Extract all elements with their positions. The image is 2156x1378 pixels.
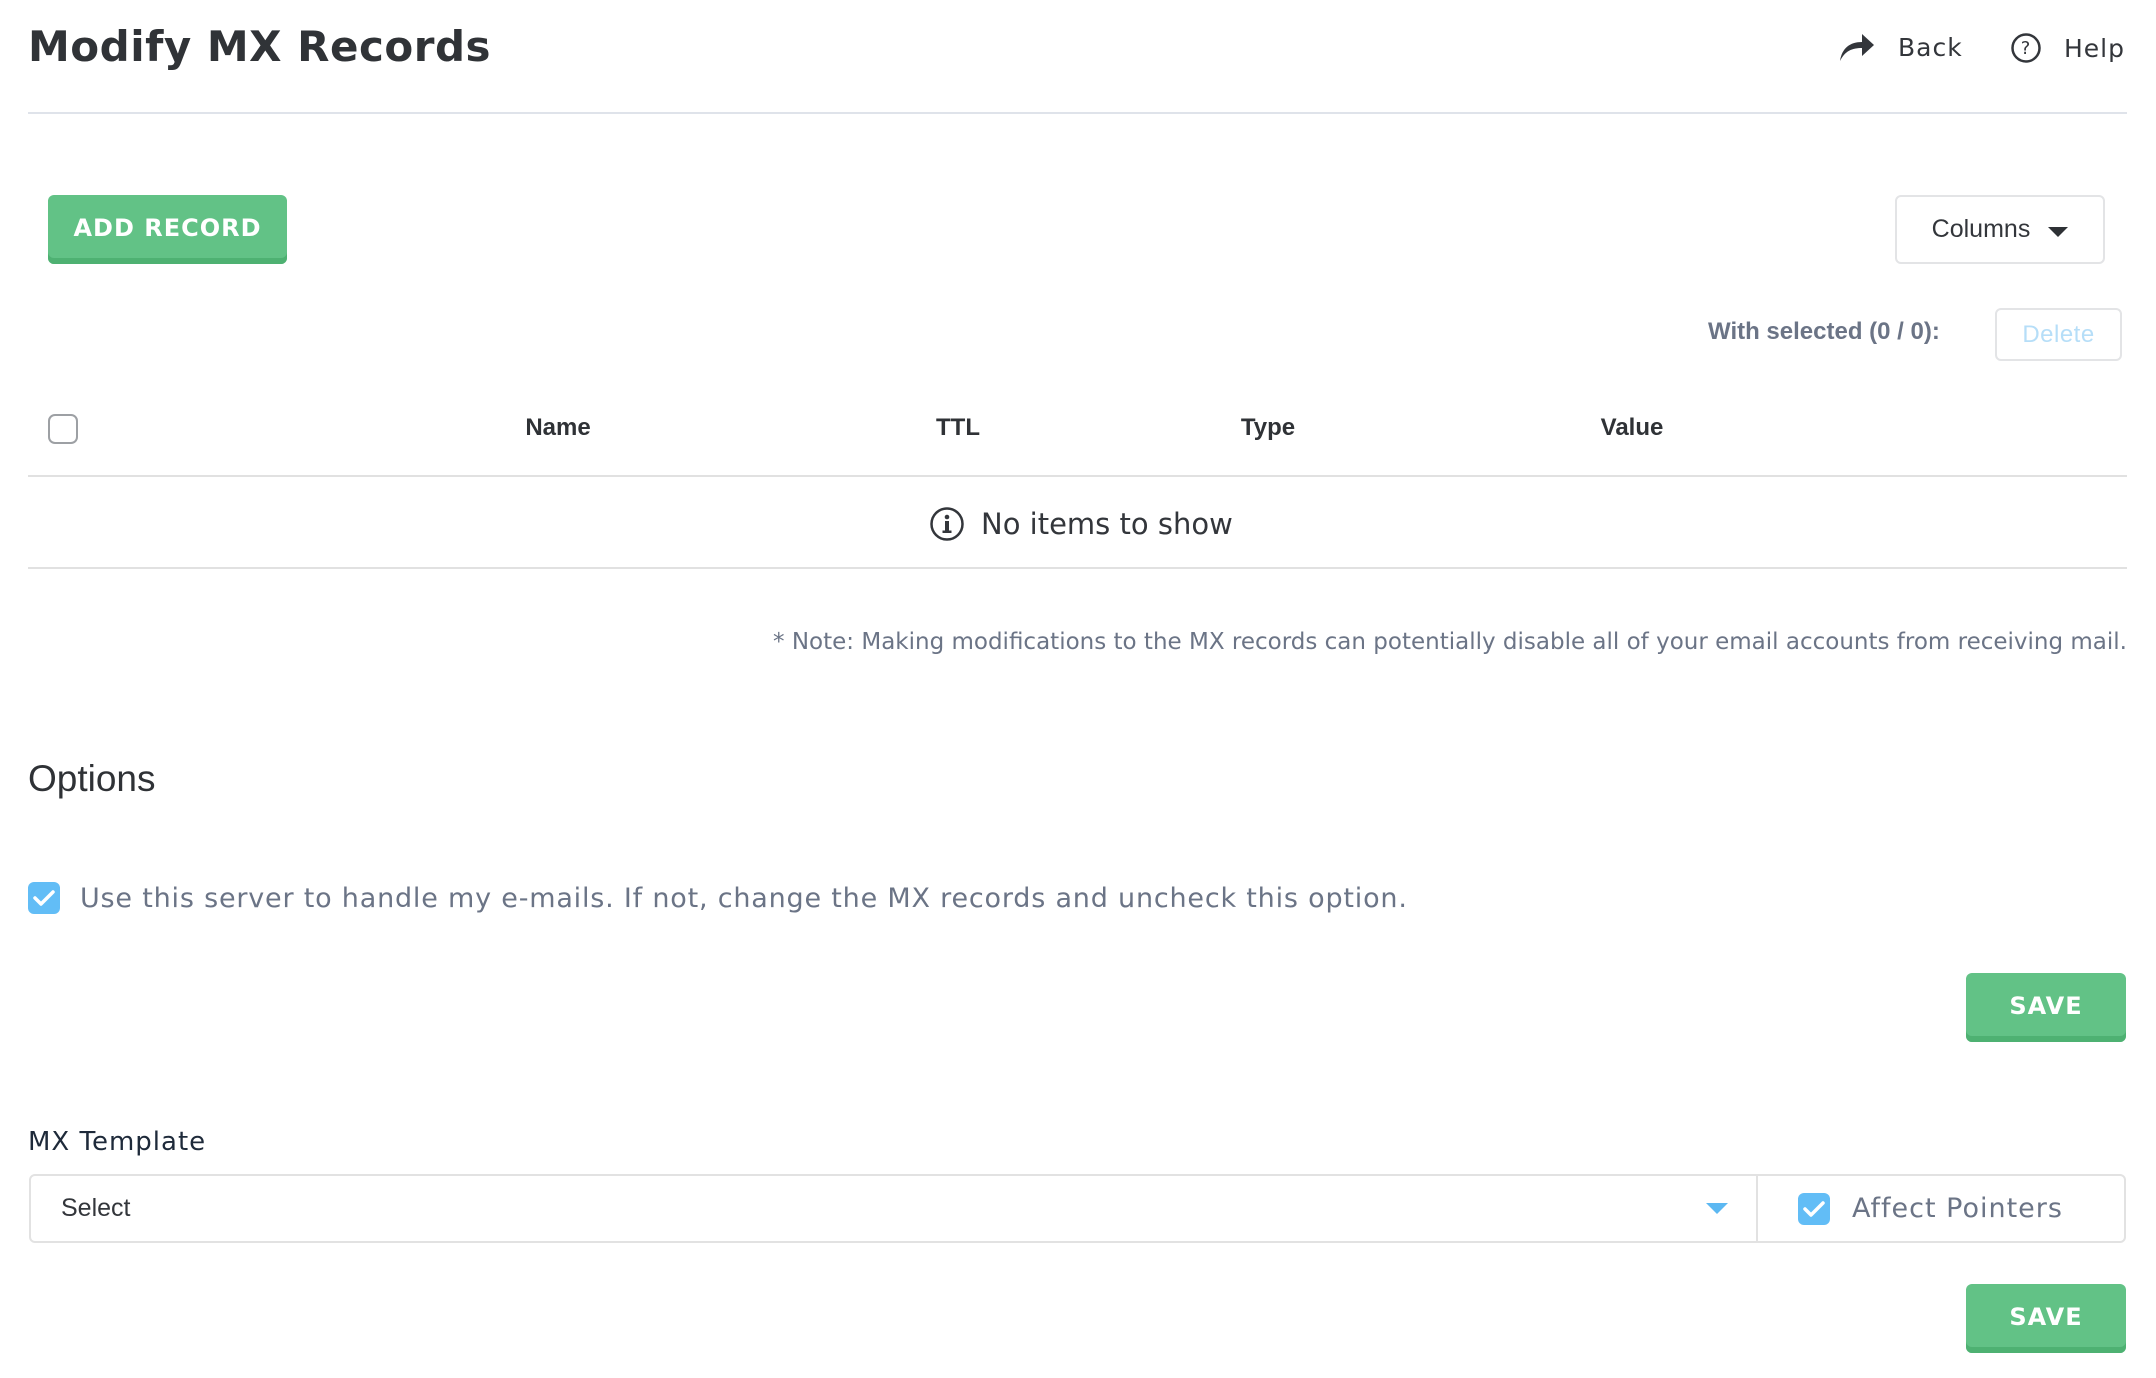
caret-down-icon — [1706, 1203, 1728, 1214]
svg-text:?: ? — [2021, 38, 2032, 59]
columns-label: Columns — [1931, 215, 2031, 243]
back-link[interactable]: Back — [1838, 32, 1963, 62]
question-circle-icon: ? — [2010, 32, 2042, 64]
affect-pointers-checkbox[interactable] — [1798, 1192, 1830, 1225]
table-bottom-divider — [28, 567, 2127, 569]
empty-state: No items to show — [929, 506, 1233, 542]
table-header-divider — [28, 475, 2127, 477]
info-circle-icon — [929, 506, 965, 542]
delete-button[interactable]: Delete — [1995, 308, 2122, 361]
mx-template-select-value: Select — [61, 1194, 131, 1222]
column-header-name[interactable]: Name — [525, 414, 590, 442]
help-link[interactable]: ? Help — [2010, 32, 2125, 64]
options-heading: Options — [28, 758, 156, 799]
mx-template-save-button[interactable]: SAVE — [1966, 1284, 2126, 1353]
with-selected-label: With selected (0 / 0): — [1708, 318, 1940, 345]
use-server-checkbox[interactable] — [28, 882, 60, 914]
check-icon — [1803, 1200, 1825, 1217]
affect-pointers-option[interactable]: Affect Pointers — [1758, 1176, 2124, 1241]
mx-template-select[interactable]: Select — [31, 1176, 1758, 1241]
use-server-option[interactable]: Use this server to handle my e-mails. If… — [28, 882, 1408, 914]
select-all-checkbox[interactable] — [48, 414, 78, 444]
caret-down-icon — [2048, 226, 2069, 237]
header-divider — [28, 112, 2127, 114]
affect-pointers-label: Affect Pointers — [1852, 1193, 2063, 1224]
column-header-type[interactable]: Type — [1241, 414, 1295, 442]
options-save-button[interactable]: SAVE — [1966, 973, 2126, 1042]
mx-template-label: MX Template — [28, 1127, 207, 1157]
help-label: Help — [2064, 33, 2125, 63]
column-header-value[interactable]: Value — [1601, 414, 1664, 442]
add-record-button[interactable]: ADD RECORD — [48, 195, 287, 264]
back-label: Back — [1898, 32, 1963, 62]
check-icon — [33, 890, 55, 906]
mx-note: * Note: Making modifications to the MX r… — [773, 629, 2127, 655]
columns-dropdown[interactable]: Columns — [1895, 195, 2105, 264]
mx-template-group: Select Affect Pointers — [29, 1174, 2126, 1243]
empty-message: No items to show — [981, 507, 1233, 541]
use-server-label: Use this server to handle my e-mails. If… — [80, 882, 1408, 914]
column-header-ttl[interactable]: TTL — [936, 414, 980, 442]
share-arrow-icon — [1838, 32, 1876, 62]
page-title: Modify MX Records — [28, 22, 492, 71]
